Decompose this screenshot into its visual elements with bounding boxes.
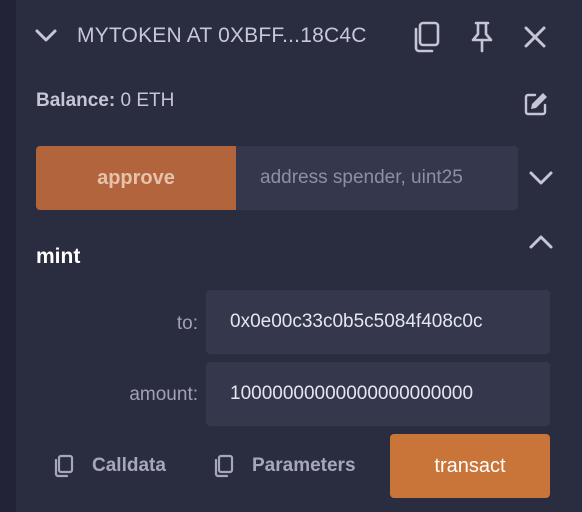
balance-label: Balance: [36,90,116,111]
copy-calldata-button[interactable]: Calldata [52,448,166,484]
copy-icon [52,453,76,479]
chevron-up-icon[interactable] [527,230,555,254]
copy-parameters-label: Parameters [252,455,356,476]
amount-field-input[interactable]: 10000000000000000000000 [206,362,550,426]
to-field-label: to: [176,313,198,334]
copy-icon[interactable] [410,20,442,54]
approve-params-input[interactable]: address spender, uint25 [236,146,518,210]
copy-icon [212,453,236,479]
mint-function-title: mint [36,245,81,268]
contract-instance-header: MYTOKEN AT 0XBFF...18C4C [16,0,582,72]
balance-value: 0 ETH [120,90,175,111]
amount-field-label: amount: [129,384,198,405]
copy-parameters-button[interactable]: Parameters [212,448,356,484]
close-icon[interactable] [522,24,548,50]
edit-icon[interactable] [522,90,550,118]
copy-calldata-label: Calldata [92,455,166,476]
chevron-down-icon[interactable] [527,166,555,190]
balance: Balance: 0 ETH [36,90,174,112]
chevron-down-icon[interactable] [34,26,58,46]
transact-button[interactable]: transact [390,434,550,498]
to-field-input[interactable]: 0x0e00c33c0b5c5084f408c0c [206,290,550,354]
side-strip [0,0,16,512]
instance-title[interactable]: MYTOKEN AT 0XBFF...18C4C [77,24,367,48]
approve-button[interactable]: approve [36,146,236,210]
pin-icon[interactable] [468,20,496,54]
